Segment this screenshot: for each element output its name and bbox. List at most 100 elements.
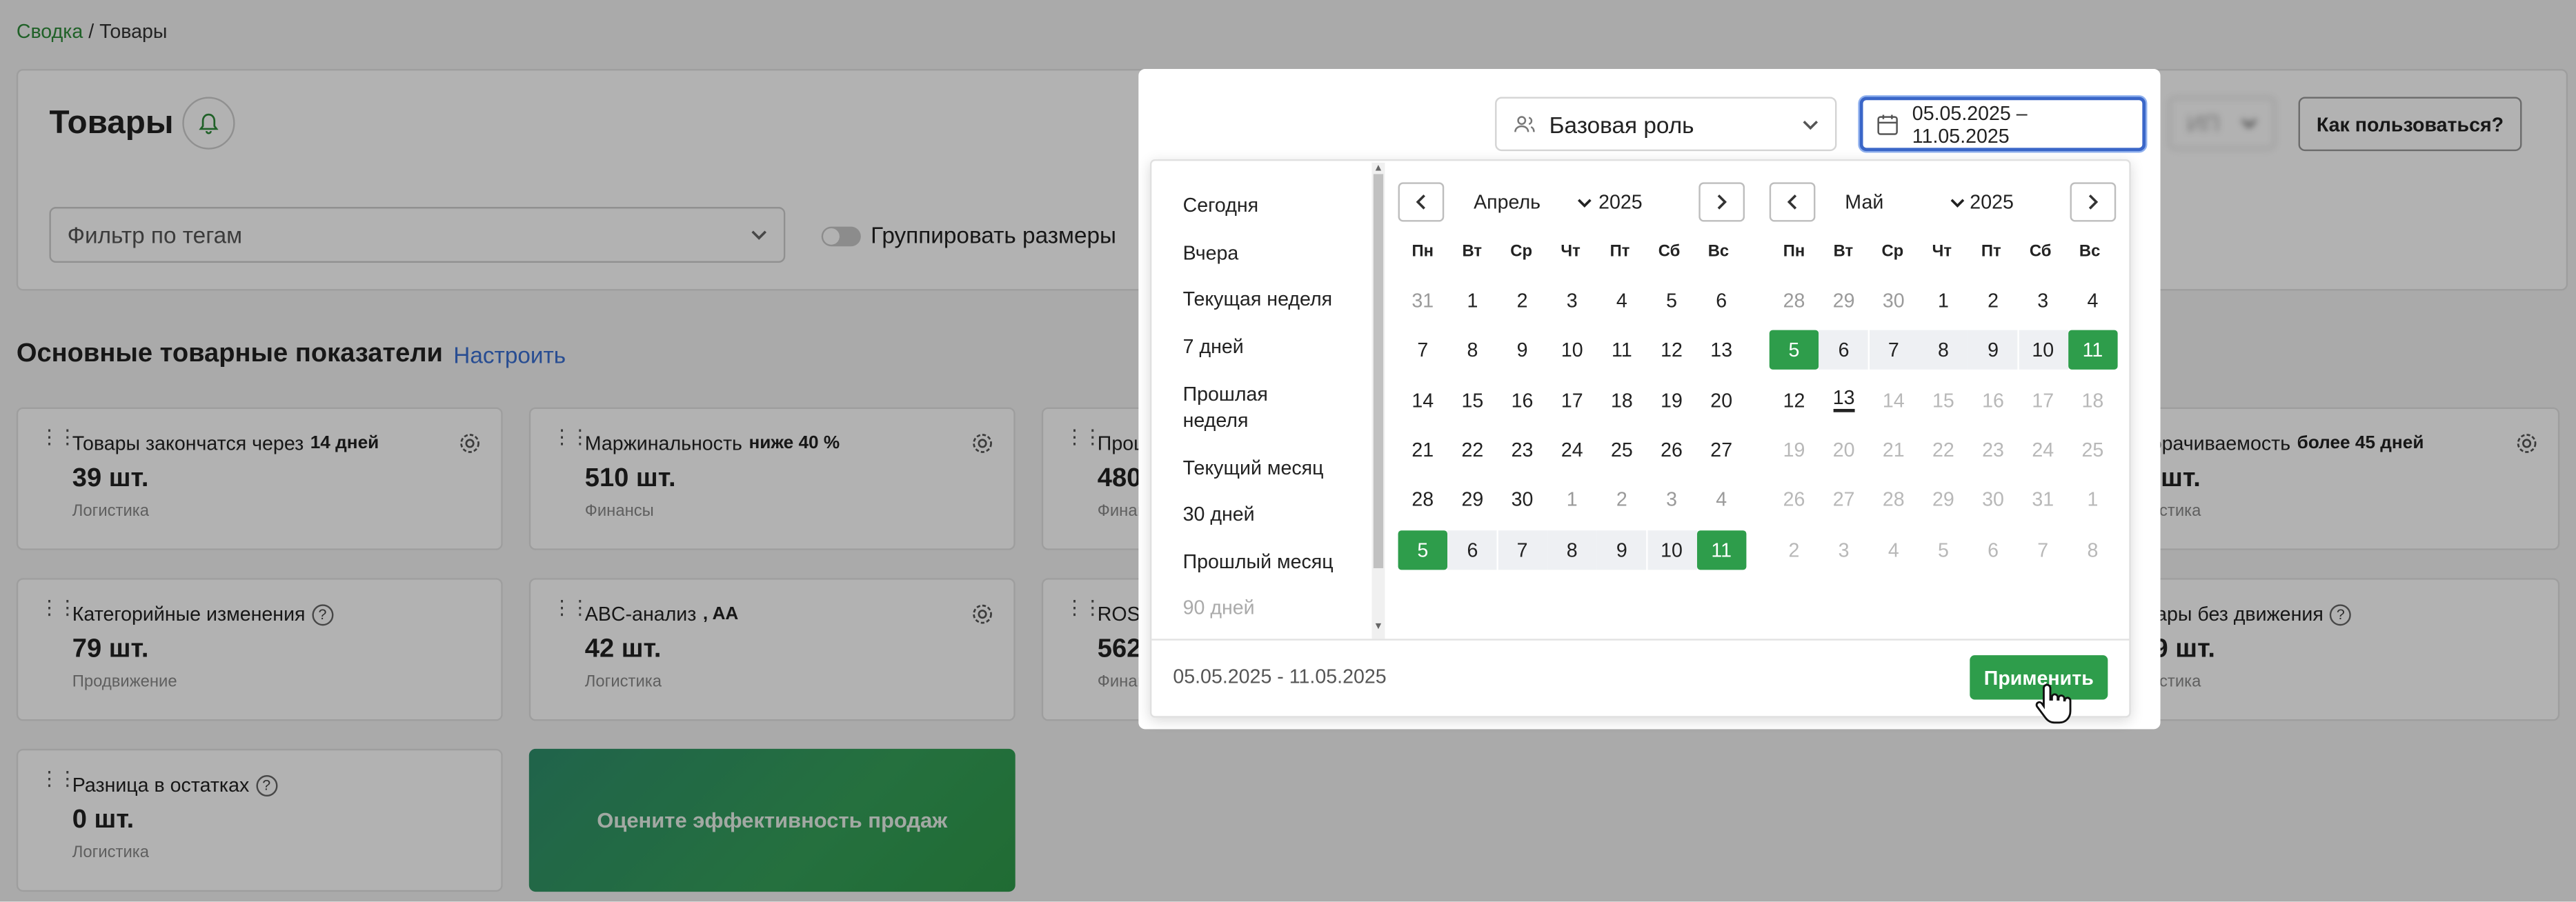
calendar-day[interactable]: 7	[2019, 530, 2068, 569]
calendar-day[interactable]: 18	[1597, 381, 1646, 420]
calendar-day[interactable]: 15	[1448, 381, 1497, 420]
calendar-day[interactable]: 23	[1498, 430, 1547, 470]
calendar-day[interactable]: 16	[1968, 381, 2017, 420]
calendar-day[interactable]: 26	[1770, 480, 1819, 519]
calendar-day[interactable]: 17	[2019, 381, 2068, 420]
calendar-day[interactable]: 20	[1697, 381, 1746, 420]
calendar-day[interactable]: 23	[1968, 430, 2017, 470]
calendar-day[interactable]: 28	[1770, 281, 1819, 320]
calendar-day[interactable]: 18	[2068, 381, 2117, 420]
calendar-day[interactable]: 21	[1398, 430, 1447, 470]
calendar-day[interactable]: 2	[1498, 281, 1547, 320]
calendar-day[interactable]: 7	[1869, 330, 1919, 370]
calendar-day[interactable]: 30	[1869, 281, 1918, 320]
calendar-day[interactable]: 9	[1597, 530, 1647, 570]
calendar-day[interactable]: 3	[2019, 281, 2068, 320]
calendar-day[interactable]: 6	[1447, 530, 1498, 570]
prev-month-button[interactable]	[1398, 182, 1445, 222]
calendar-day[interactable]: 25	[2068, 430, 2117, 470]
calendar-day[interactable]: 2	[1770, 530, 1819, 569]
prev-month-button-right[interactable]	[1769, 182, 1816, 222]
preset-current-month[interactable]: Текущий месяц	[1183, 455, 1324, 481]
calendar-day[interactable]: 29	[1919, 480, 1968, 519]
calendar-day[interactable]: 16	[1498, 381, 1547, 420]
scroll-down-icon[interactable]: ▼	[1374, 623, 1383, 632]
calendar-day[interactable]: 8	[2068, 530, 2117, 569]
next-month-button[interactable]	[2070, 182, 2117, 222]
calendar-day[interactable]: 12	[1647, 330, 1696, 370]
calendar-day[interactable]: 5	[1919, 530, 1968, 569]
preset-last-month[interactable]: Прошлый месяц	[1183, 548, 1334, 574]
calendar-day[interactable]: 13	[1819, 381, 1868, 420]
calendar-day[interactable]: 29	[1448, 480, 1497, 519]
calendar-day[interactable]: 7	[1398, 330, 1447, 370]
calendar-day[interactable]: 20	[1819, 430, 1868, 470]
preset-last-week[interactable]: Прошлая неделя	[1183, 381, 1315, 433]
calendar-day[interactable]: 28	[1869, 480, 1918, 519]
preset-current-week[interactable]: Текущая неделя	[1183, 285, 1333, 312]
calendar-day[interactable]: 14	[1869, 381, 1918, 420]
calendar-day[interactable]: 5	[1647, 281, 1696, 320]
calendar-day[interactable]: 19	[1770, 430, 1819, 470]
calendar-day[interactable]: 1	[1547, 480, 1596, 519]
right-month-select[interactable]: Май	[1845, 190, 1964, 214]
calendar-day[interactable]: 24	[2019, 430, 2068, 470]
calendar-day[interactable]: 3	[1819, 530, 1868, 569]
calendar-day[interactable]: 12	[1770, 381, 1819, 420]
calendar-day[interactable]: 27	[1819, 480, 1868, 519]
calendar-day[interactable]: 2	[1597, 480, 1646, 519]
calendar-day[interactable]: 30	[1968, 480, 2017, 519]
calendar-day[interactable]: 1	[1919, 281, 1968, 320]
calendar-day[interactable]: 30	[1498, 480, 1547, 519]
calendar-day[interactable]: 24	[1547, 430, 1596, 470]
calendar-day[interactable]: 19	[1647, 381, 1696, 420]
calendar-day[interactable]: 11	[1696, 530, 1746, 570]
calendar-day[interactable]: 31	[2019, 480, 2068, 519]
calendar-day[interactable]: 26	[1647, 430, 1696, 470]
preset-7-days[interactable]: 7 дней	[1183, 333, 1244, 359]
calendar-day[interactable]: 8	[1919, 330, 1968, 370]
calendar-day[interactable]: 21	[1869, 430, 1918, 470]
calendar-day[interactable]: 8	[1448, 330, 1497, 370]
calendar-day[interactable]: 4	[1697, 480, 1746, 519]
calendar-day[interactable]: 25	[1597, 430, 1646, 470]
date-range-input[interactable]: 05.05.2025 – 11.05.2025	[1859, 97, 2146, 152]
calendar-day[interactable]: 11	[2068, 330, 2118, 370]
calendar-day[interactable]: 13	[1697, 330, 1746, 370]
calendar-day[interactable]: 9	[1968, 330, 2018, 370]
right-year[interactable]: 2025	[1970, 190, 2014, 213]
preset-yesterday[interactable]: Вчера	[1183, 240, 1239, 266]
calendar-day[interactable]: 6	[1697, 281, 1746, 320]
calendar-day[interactable]: 10	[2018, 330, 2068, 370]
calendar-day[interactable]: 14	[1398, 381, 1447, 420]
calendar-day[interactable]: 27	[1697, 430, 1746, 470]
calendar-day[interactable]: 10	[1547, 330, 1596, 370]
calendar-day[interactable]: 4	[1597, 281, 1646, 320]
calendar-day[interactable]: 22	[1448, 430, 1497, 470]
calendar-day[interactable]: 5	[1398, 530, 1448, 570]
role-select[interactable]: Базовая роль	[1495, 97, 1837, 152]
calendar-day[interactable]: 29	[1819, 281, 1868, 320]
presets-scrollbar-thumb[interactable]	[1373, 174, 1384, 568]
calendar-day[interactable]: 10	[1647, 530, 1696, 570]
calendar-day[interactable]: 3	[1647, 480, 1696, 519]
calendar-day[interactable]: 4	[1869, 530, 1918, 569]
calendar-day[interactable]: 6	[1968, 530, 2017, 569]
next-month-button-left[interactable]	[1698, 182, 1745, 222]
scroll-up-icon[interactable]: ▲	[1374, 164, 1383, 174]
calendar-day[interactable]: 28	[1398, 480, 1447, 519]
calendar-day[interactable]: 9	[1498, 330, 1547, 370]
calendar-day[interactable]: 31	[1398, 281, 1447, 320]
preset-30-days[interactable]: 30 дней	[1183, 501, 1255, 527]
calendar-day[interactable]: 1	[1448, 281, 1497, 320]
calendar-day[interactable]: 5	[1769, 330, 1819, 370]
calendar-day[interactable]: 4	[2068, 281, 2117, 320]
calendar-day[interactable]: 17	[1547, 381, 1596, 420]
calendar-day[interactable]: 11	[1597, 330, 1646, 370]
calendar-day[interactable]: 6	[1819, 330, 1869, 370]
calendar-day[interactable]: 3	[1547, 281, 1596, 320]
calendar-day[interactable]: 22	[1919, 430, 1968, 470]
calendar-day[interactable]: 8	[1547, 530, 1597, 570]
calendar-day[interactable]: 15	[1919, 381, 1968, 420]
left-year[interactable]: 2025	[1598, 190, 1643, 213]
